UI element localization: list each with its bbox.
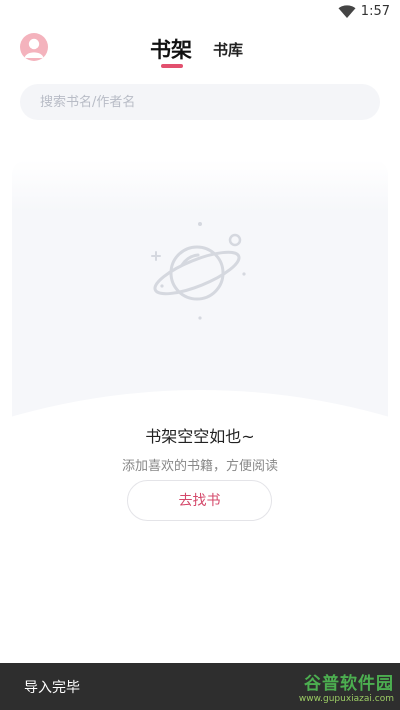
planet-icon xyxy=(151,222,246,320)
empty-shelf-title: 书架空空如也~ xyxy=(145,427,255,446)
tab-library[interactable]: 书库 xyxy=(213,39,243,60)
site-watermark: 谷普软件园 www.gupuxiazai.com xyxy=(299,669,394,704)
wifi-icon xyxy=(338,5,356,18)
watermark-text: 谷普软件园 xyxy=(304,674,394,694)
search-input[interactable] xyxy=(20,84,360,120)
toast-message: 导入完毕 xyxy=(24,680,80,696)
watermark-url: www.gupuxiazai.com xyxy=(298,694,394,704)
tab-bookshelf[interactable]: 书架 xyxy=(150,34,192,64)
toast-bar: 导入完毕 谷普软件园 www.gupuxiazai.com xyxy=(0,663,400,710)
active-tab-indicator xyxy=(161,64,183,68)
status-bar: 1:57 xyxy=(0,0,400,24)
shelf-tabs: 书架 书库 xyxy=(0,34,400,74)
search-bar[interactable] xyxy=(20,84,380,120)
empty-shelf-subtitle: 添加喜欢的书籍，方便阅读 xyxy=(121,459,278,474)
status-time: 1:57 xyxy=(360,4,390,19)
find-books-button[interactable]: 去找书 xyxy=(127,480,272,521)
empty-state-curve xyxy=(0,390,400,428)
